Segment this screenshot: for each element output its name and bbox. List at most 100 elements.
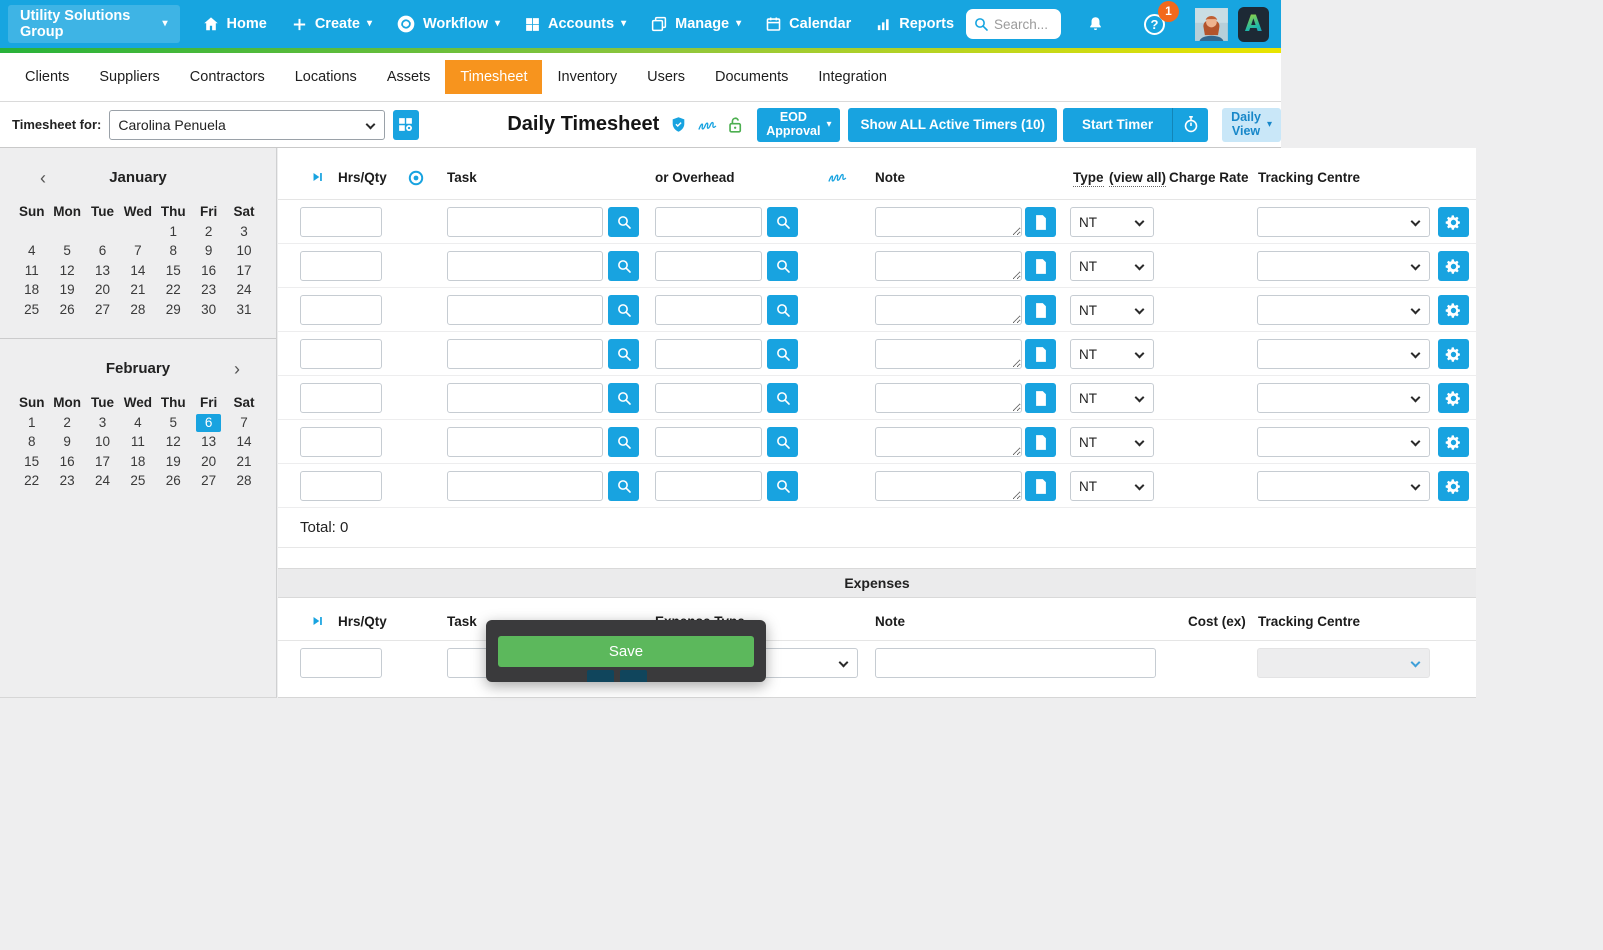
hrs-qty-input[interactable] (300, 471, 382, 501)
calendar-day[interactable]: 24 (85, 471, 120, 491)
tracking-settings-button[interactable] (1438, 471, 1469, 501)
calendar-day[interactable]: 3 (85, 413, 120, 433)
calendar-day[interactable]: 13 (85, 261, 120, 281)
note-textarea[interactable] (875, 471, 1022, 501)
nav-item-calendar[interactable]: Calendar (753, 0, 863, 48)
task-input[interactable] (447, 207, 603, 237)
tab-clients[interactable]: Clients (10, 60, 84, 94)
view-all-link[interactable]: (view all) (1109, 170, 1166, 187)
hrs-qty-input[interactable] (300, 339, 382, 369)
calendar-day[interactable]: 26 (156, 471, 191, 491)
calendar-day[interactable]: 1 (14, 413, 49, 433)
calendar-day[interactable]: 9 (49, 432, 84, 452)
calendar-day[interactable]: 6 (191, 413, 226, 433)
calendar-day[interactable]: 25 (14, 300, 49, 320)
overhead-input[interactable] (655, 207, 762, 237)
calendar-day[interactable]: 12 (49, 261, 84, 281)
overhead-input[interactable] (655, 471, 762, 501)
tracking-settings-button[interactable] (1438, 339, 1469, 369)
calendar-day[interactable]: 31 (226, 300, 261, 320)
calendar-day[interactable]: 7 (120, 241, 155, 261)
calendar-day[interactable]: 19 (49, 280, 84, 300)
tab-suppliers[interactable]: Suppliers (84, 60, 174, 94)
calendar-day[interactable]: 22 (14, 471, 49, 491)
task-input[interactable] (447, 295, 603, 325)
task-input[interactable] (447, 427, 603, 457)
tab-contractors[interactable]: Contractors (175, 60, 280, 94)
search-input[interactable] (994, 17, 1054, 32)
notification-count-badge[interactable]: 1 (1158, 1, 1179, 22)
calendar-day[interactable]: 27 (191, 471, 226, 491)
tab-timesheet[interactable]: Timesheet (445, 60, 542, 94)
calendar-day[interactable]: 1 (156, 222, 191, 242)
skip-next-icon[interactable] (311, 614, 324, 628)
tracking-centre-select[interactable] (1258, 340, 1429, 368)
calendar-day[interactable]: 7 (226, 413, 261, 433)
note-textarea[interactable] (875, 207, 1022, 237)
type-select[interactable]: NT (1071, 208, 1153, 236)
calendar-day[interactable]: 18 (14, 280, 49, 300)
calendar-day[interactable]: 9 (191, 241, 226, 261)
calendar-day[interactable]: 10 (226, 241, 261, 261)
tab-documents[interactable]: Documents (700, 60, 803, 94)
calendar-day[interactable]: 2 (49, 413, 84, 433)
calendar-next-button[interactable]: › (234, 357, 240, 381)
tracking-settings-button[interactable] (1438, 207, 1469, 237)
overhead-search-button[interactable] (767, 383, 798, 413)
hrs-qty-input[interactable] (300, 251, 382, 281)
notifications-bell-icon[interactable] (1087, 15, 1104, 33)
overhead-search-button[interactable] (767, 427, 798, 457)
calendar-day[interactable]: 23 (191, 280, 226, 300)
calendar-day[interactable]: 5 (156, 413, 191, 433)
calendar-day[interactable]: 2 (191, 222, 226, 242)
calendar-day[interactable]: 13 (191, 432, 226, 452)
calendar-day[interactable]: 4 (14, 241, 49, 261)
note-button[interactable] (1025, 339, 1056, 369)
calendar-day[interactable]: 25 (120, 471, 155, 491)
save-button[interactable]: Save (498, 636, 754, 667)
task-search-button[interactable] (608, 339, 639, 369)
timesheet-grid-settings-button[interactable] (393, 110, 420, 140)
note-button[interactable] (1025, 295, 1056, 325)
tab-users[interactable]: Users (632, 60, 700, 94)
hrs-qty-input[interactable] (300, 427, 382, 457)
note-textarea[interactable] (875, 339, 1022, 369)
calendar-day[interactable]: 20 (85, 280, 120, 300)
hrs-qty-input[interactable] (300, 295, 382, 325)
tracking-settings-button[interactable] (1438, 295, 1469, 325)
popup-partial-button[interactable] (620, 670, 647, 682)
calendar-day[interactable]: 15 (14, 452, 49, 472)
calendar-day[interactable]: 14 (226, 432, 261, 452)
nav-item-reports[interactable]: Reports (863, 0, 966, 48)
calendar-day[interactable]: 16 (191, 261, 226, 281)
note-button[interactable] (1025, 427, 1056, 457)
calendar-day[interactable]: 5 (49, 241, 84, 261)
overhead-search-button[interactable] (767, 295, 798, 325)
calendar-day[interactable]: 22 (156, 280, 191, 300)
nav-item-accounts[interactable]: Accounts▾ (512, 0, 638, 48)
note-button[interactable] (1025, 251, 1056, 281)
tracking-centre-select[interactable] (1258, 208, 1429, 236)
calendar-day[interactable]: 10 (85, 432, 120, 452)
type-select[interactable]: NT (1071, 428, 1153, 456)
overhead-search-button[interactable] (767, 339, 798, 369)
note-button[interactable] (1025, 383, 1056, 413)
expense-note-input[interactable] (875, 648, 1156, 678)
type-select[interactable]: NT (1071, 340, 1153, 368)
tracking-settings-button[interactable] (1438, 251, 1469, 281)
calendar-day[interactable]: 28 (226, 471, 261, 491)
calendar-day[interactable]: 30 (191, 300, 226, 320)
calendar-day[interactable]: 15 (156, 261, 191, 281)
tracking-settings-button[interactable] (1438, 427, 1469, 457)
task-search-button[interactable] (608, 251, 639, 281)
calendar-day[interactable]: 18 (120, 452, 155, 472)
note-textarea[interactable] (875, 295, 1022, 325)
calendar-day[interactable]: 21 (120, 280, 155, 300)
type-select[interactable]: NT (1071, 472, 1153, 500)
task-input[interactable] (447, 471, 603, 501)
calendar-day[interactable]: 3 (226, 222, 261, 242)
search-box[interactable] (966, 9, 1061, 39)
org-selector[interactable]: Utility Solutions Group ▾ (8, 5, 180, 43)
task-input[interactable] (447, 339, 603, 369)
task-search-button[interactable] (608, 471, 639, 501)
